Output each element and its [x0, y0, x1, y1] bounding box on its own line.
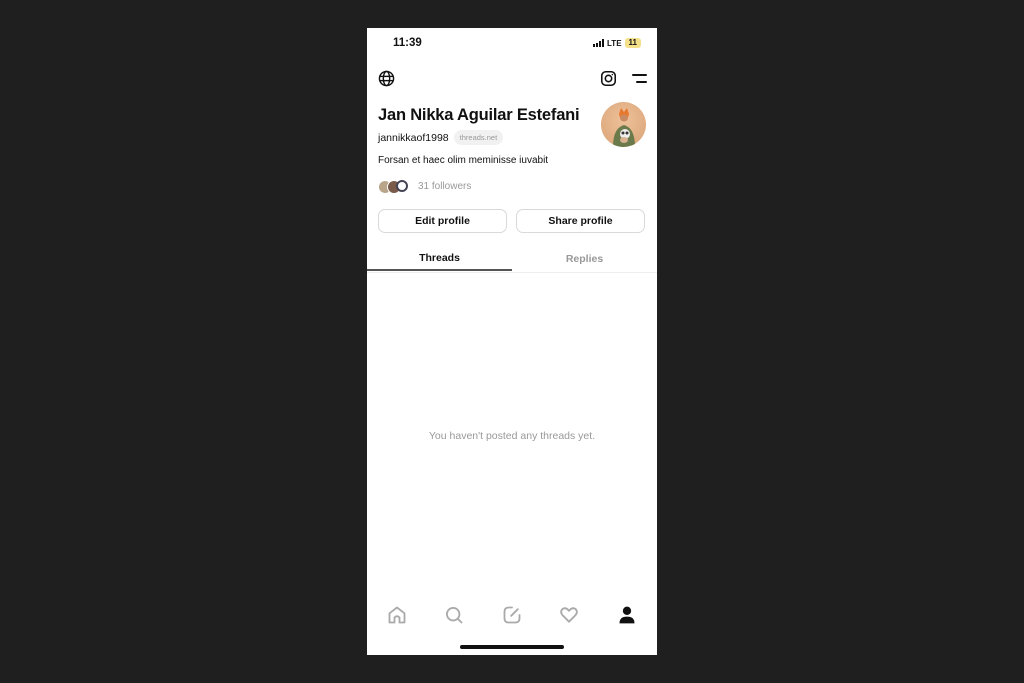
nav-home-button[interactable]: [383, 601, 411, 629]
follower-avatars: [378, 180, 411, 194]
profile-handle-row: jannikkaof1998 threads.net: [378, 130, 504, 145]
instagram-icon[interactable]: [600, 70, 617, 92]
status-indicators: LTE 11: [593, 38, 641, 48]
edit-profile-button[interactable]: Edit profile: [378, 209, 507, 233]
profile-tabs: Threads Replies: [367, 246, 657, 273]
domain-badge[interactable]: threads.net: [453, 130, 504, 145]
avatar[interactable]: [601, 102, 646, 147]
battery-icon: 11: [624, 38, 641, 48]
bottom-nav: [367, 601, 657, 629]
signal-icon: [593, 39, 605, 47]
tab-replies[interactable]: Replies: [512, 246, 657, 271]
profile-handle: jannikkaof1998: [378, 131, 449, 144]
profile-bio: Forsan et haec olim meminisse iuvabit: [378, 155, 549, 166]
share-profile-button[interactable]: Share profile: [516, 209, 645, 233]
home-icon: [388, 606, 406, 624]
profile-header-bar: [367, 68, 657, 90]
followers-row[interactable]: 31 followers: [378, 180, 471, 194]
status-bar: 11:39 LTE 11: [367, 28, 657, 58]
profile-icon: [619, 606, 635, 624]
follower-avatar: [396, 180, 408, 192]
network-label: LTE: [607, 38, 622, 48]
heart-icon: [560, 607, 578, 623]
phone-screen: 11:39 LTE 11 Jan Nikka Aguilar Estefani …: [367, 28, 657, 655]
menu-icon[interactable]: [631, 72, 647, 90]
empty-state-message: You haven't posted any threads yet.: [428, 430, 596, 442]
nav-activity-button[interactable]: [555, 601, 583, 629]
globe-icon[interactable]: [378, 70, 395, 92]
status-time: 11:39: [393, 37, 422, 49]
followers-count[interactable]: 31 followers: [418, 181, 471, 192]
tab-threads[interactable]: Threads: [367, 246, 512, 271]
nav-search-button[interactable]: [440, 601, 468, 629]
nav-profile-button[interactable]: [613, 601, 641, 629]
home-indicator[interactable]: [460, 645, 564, 649]
compose-icon: [503, 606, 521, 624]
profile-photo-icon: [613, 108, 635, 147]
profile-name: Jan Nikka Aguilar Estefani: [378, 106, 580, 124]
nav-compose-button[interactable]: [498, 601, 526, 629]
search-icon: [446, 607, 463, 624]
